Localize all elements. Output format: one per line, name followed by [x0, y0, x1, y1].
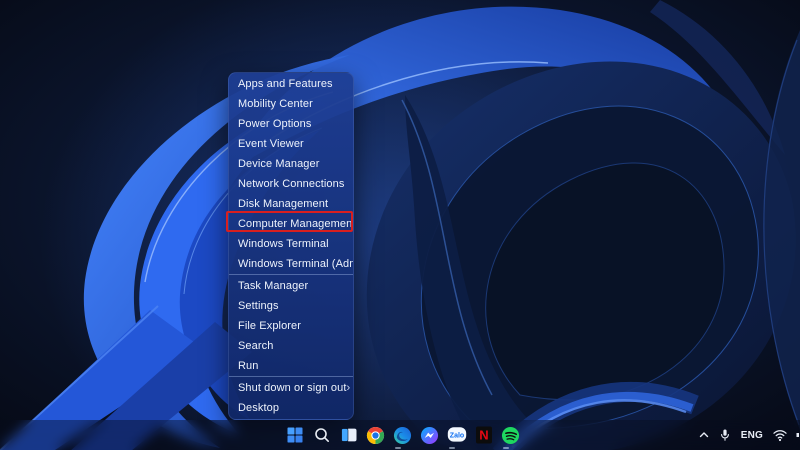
taskbar-edge-button[interactable] — [389, 420, 416, 450]
menu-item-shut-down-or-sign-out[interactable]: Shut down or sign out › — [229, 378, 353, 398]
menu-separator — [229, 274, 353, 276]
menu-item-label: Settings — [238, 300, 279, 312]
chevron-up-icon — [699, 432, 708, 438]
menu-item-apps-and-features[interactable]: Apps and Features — [229, 74, 353, 94]
running-indicator — [503, 447, 509, 449]
taskbar-spotify-button[interactable] — [497, 420, 524, 450]
menu-item-run[interactable]: Run — [229, 356, 353, 376]
taskbar-netflix-button[interactable]: N — [470, 420, 497, 450]
desktop-screen: Apps and Features Mobility Center Power … — [0, 0, 800, 450]
menu-item-label: Shut down or sign out — [238, 382, 347, 394]
menu-item-settings[interactable]: Settings — [229, 296, 353, 316]
menu-item-task-manager[interactable]: Task Manager — [229, 276, 353, 296]
edge-icon — [393, 426, 412, 444]
speaker-icon — [796, 433, 799, 437]
spotify-icon — [501, 426, 520, 444]
taskbar-chrome-button[interactable] — [362, 420, 389, 450]
taskbar-start-button[interactable] — [281, 420, 308, 450]
windows-logo-icon — [287, 427, 302, 443]
menu-item-label: Desktop — [238, 402, 280, 414]
taskbar-icon-group: Zalo N — [281, 420, 524, 450]
menu-item-label: Windows Terminal — [238, 238, 329, 250]
taskbar-messenger-button[interactable] — [416, 420, 443, 450]
menu-item-file-explorer[interactable]: File Explorer — [229, 316, 353, 336]
netflix-letter: N — [479, 428, 488, 443]
menu-item-windows-terminal-admin[interactable]: Windows Terminal (Admin) — [229, 254, 353, 274]
running-indicator — [395, 447, 401, 449]
menu-separator — [229, 376, 353, 378]
taskbar-zalo-button[interactable]: Zalo — [443, 420, 470, 450]
menu-item-network-connections[interactable]: Network Connections — [229, 174, 353, 194]
wallpaper-bloom — [0, 0, 800, 450]
menu-item-disk-management[interactable]: Disk Management — [229, 194, 353, 214]
menu-item-label: Device Manager — [238, 158, 320, 170]
tray-wifi-button[interactable] — [772, 428, 788, 442]
menu-item-desktop[interactable]: Desktop — [229, 398, 353, 418]
microphone-icon — [720, 429, 729, 441]
running-indicator — [449, 447, 455, 449]
language-indicator[interactable]: ENG — [739, 430, 765, 441]
menu-item-label: Mobility Center — [238, 98, 313, 110]
menu-item-label: Event Viewer — [238, 138, 304, 150]
menu-item-label: Task Manager — [238, 280, 309, 292]
menu-item-device-manager[interactable]: Device Manager — [229, 154, 353, 174]
chrome-icon — [366, 426, 385, 444]
winx-menu: Apps and Features Mobility Center Power … — [228, 72, 354, 420]
system-tray: ENG — [697, 420, 800, 450]
menu-item-label: Run — [238, 360, 259, 372]
menu-item-windows-terminal[interactable]: Windows Terminal — [229, 234, 353, 254]
menu-item-label: Computer Management — [238, 218, 353, 230]
taskbar: Zalo N ENG — [0, 420, 800, 450]
menu-item-label: Disk Management — [238, 198, 329, 210]
menu-item-label: Apps and Features — [238, 78, 333, 90]
menu-item-event-viewer[interactable]: Event Viewer — [229, 134, 353, 154]
taskbar-task-view-button[interactable] — [335, 420, 362, 450]
tray-microphone-button[interactable] — [718, 428, 732, 442]
menu-item-computer-management[interactable]: Computer Management — [229, 214, 353, 234]
task-view-icon — [340, 428, 356, 442]
menu-item-power-options[interactable]: Power Options — [229, 114, 353, 134]
menu-item-label: File Explorer — [238, 320, 302, 332]
messenger-icon — [420, 426, 439, 444]
search-icon — [314, 428, 329, 442]
menu-item-label: Network Connections — [238, 178, 345, 190]
wifi-icon — [773, 430, 787, 442]
netflix-icon: N — [475, 426, 492, 444]
menu-item-label: Power Options — [238, 118, 312, 130]
zalo-label: Zalo — [449, 432, 463, 439]
menu-item-mobility-center[interactable]: Mobility Center — [229, 94, 353, 114]
taskbar-search-button[interactable] — [308, 420, 335, 450]
zalo-icon: Zalo — [447, 427, 466, 442]
menu-item-label: Windows Terminal (Admin) — [238, 258, 353, 270]
speaker-icon-partial[interactable] — [795, 428, 799, 442]
submenu-chevron-icon: › — [346, 382, 351, 394]
tray-hidden-icons-button[interactable] — [697, 428, 711, 442]
menu-item-search[interactable]: Search — [229, 336, 353, 356]
menu-item-label: Search — [238, 340, 274, 352]
